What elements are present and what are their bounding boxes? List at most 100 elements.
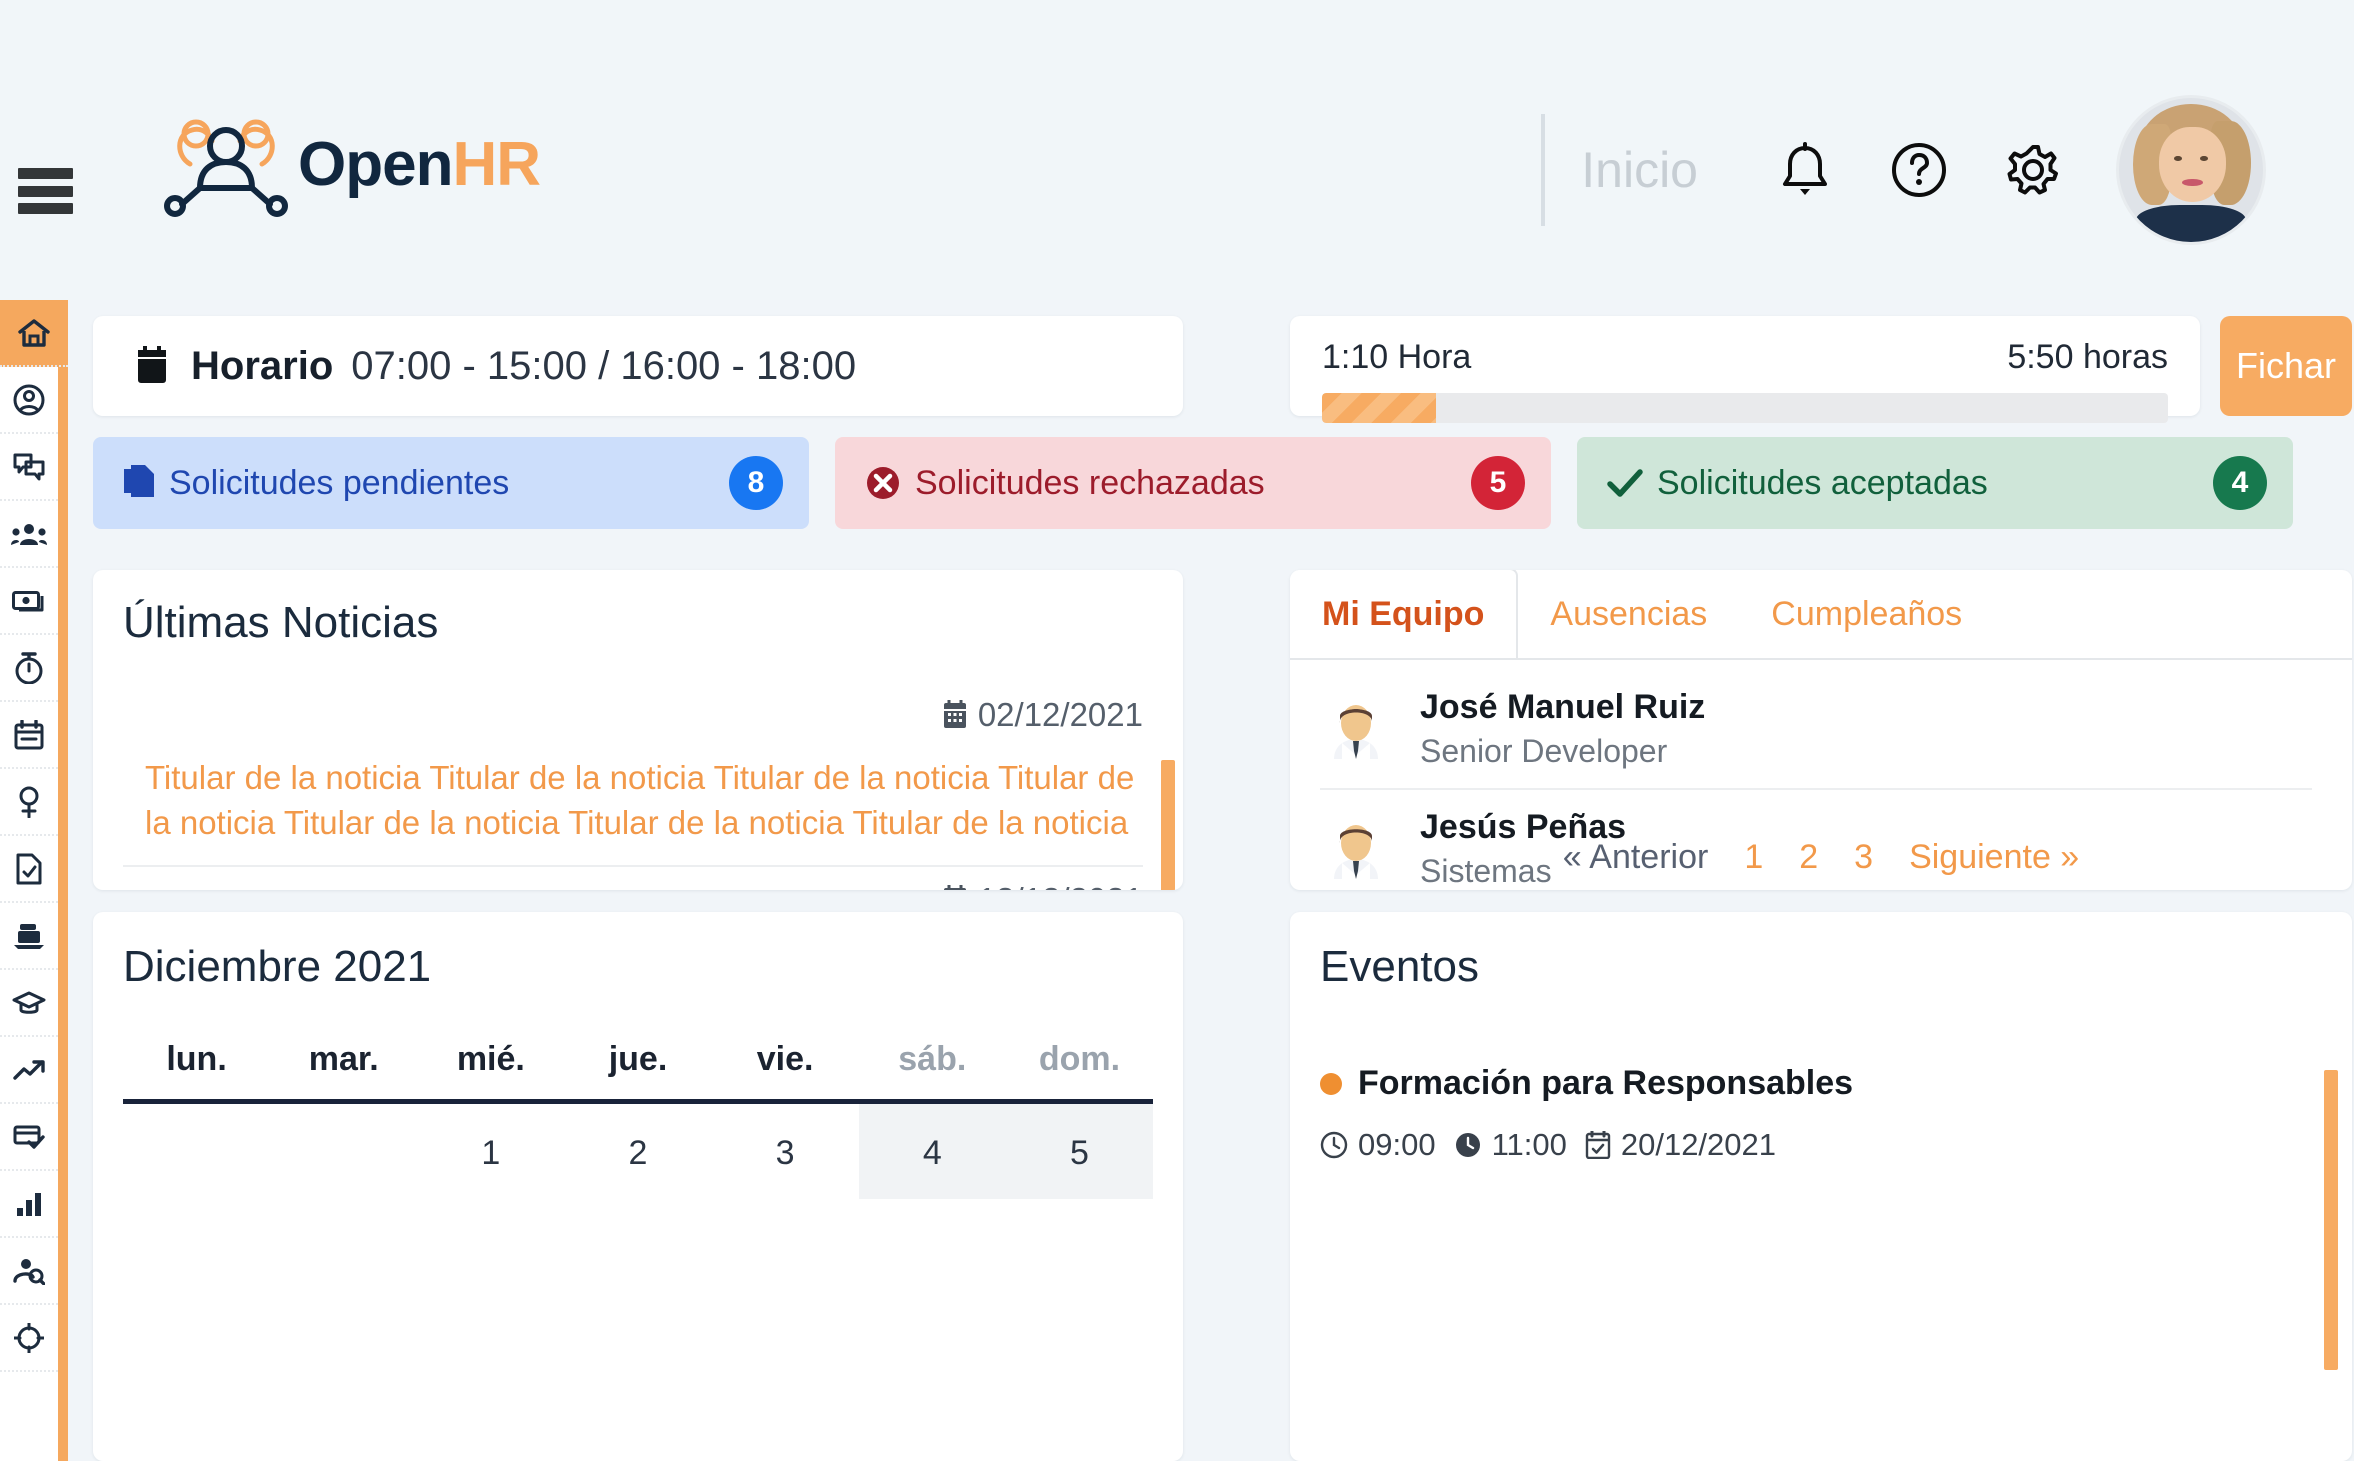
documents-icon — [124, 465, 154, 497]
list-item[interactable]: 18/12/2021 Titular de la noticia — [123, 867, 1143, 890]
event-start-time: 09:00 — [1358, 1127, 1436, 1162]
team-tabs: Mi Equipo Ausencias Cumpleaños — [1290, 570, 2352, 658]
sidebar-item-team[interactable] — [0, 501, 58, 568]
requests-rejected-count: 5 — [1471, 456, 1525, 510]
sidebar-item-home[interactable] — [0, 300, 68, 367]
avatar[interactable] — [2116, 95, 2266, 245]
weekday-tue: mar. — [308, 1040, 379, 1078]
hamburger-icon[interactable] — [18, 168, 73, 214]
calendar-day[interactable] — [270, 1102, 417, 1200]
event-end-time: 11:00 — [1491, 1127, 1567, 1162]
weekday-fri: vie. — [756, 1040, 814, 1078]
x-circle-icon — [867, 467, 899, 499]
logo-hr: HR — [452, 129, 541, 199]
news-list: 02/12/2021 Titular de la noticia Titular… — [93, 682, 1183, 890]
bell-icon[interactable] — [1774, 139, 1836, 201]
requests-pending-label: Solicitudes pendientes — [169, 463, 510, 502]
calendar-day[interactable]: 1 — [417, 1102, 564, 1200]
tab-cumpleanos[interactable]: Cumpleaños — [1739, 570, 1994, 658]
check-icon — [1607, 469, 1643, 497]
clock-end-icon — [1455, 1133, 1480, 1157]
weekday-wed: mié. — [456, 1040, 525, 1078]
sidebar-item-expenses[interactable] — [0, 903, 58, 970]
help-icon[interactable] — [1888, 139, 1950, 201]
schedule-value: 07:00 - 15:00 / 16:00 - 18:00 — [351, 343, 857, 388]
sidebar-item-diversity[interactable] — [0, 769, 58, 836]
team-pagination: « Anterior 1 2 3 Siguiente » — [1290, 838, 2352, 877]
sidebar-item-messages[interactable] — [0, 434, 58, 501]
left-sidebar — [0, 300, 68, 1461]
avatar-lips — [2182, 178, 2203, 186]
requests-rejected-card[interactable]: Solicitudes rechazadas 5 — [835, 437, 1551, 529]
timer-labels: 1:10 Hora 5:50 horas — [1322, 338, 2168, 377]
list-item[interactable]: 02/12/2021 Titular de la noticia Titular… — [123, 682, 1143, 868]
openhr-logo-icon — [164, 119, 288, 217]
news-headline[interactable]: Titular de la noticia Titular de la noti… — [145, 756, 1143, 845]
gender-icon — [19, 786, 39, 818]
calendar-day[interactable] — [123, 1102, 270, 1200]
sidebar-item-approvals[interactable] — [0, 1104, 58, 1171]
graduation-icon — [12, 991, 46, 1014]
events-title: Eventos — [1320, 942, 1479, 991]
stopwatch-icon — [15, 651, 43, 684]
card-check-icon — [13, 1125, 45, 1149]
clock-in-button[interactable]: Fichar — [2220, 316, 2352, 416]
weekday-mon: lun. — [166, 1040, 227, 1078]
weekday-sat: sáb. — [898, 1040, 967, 1078]
news-scrollbar[interactable] — [1161, 760, 1175, 890]
sidebar-item-training[interactable] — [0, 970, 58, 1037]
gear-icon[interactable] — [2002, 139, 2064, 201]
tab-ausencias[interactable]: Ausencias — [1518, 570, 1739, 658]
remaining-time: 5:50 horas — [2007, 338, 2168, 376]
requests-accepted-label: Solicitudes aceptadas — [1657, 463, 1988, 502]
calendar-month-title: Diciembre 2021 — [123, 942, 432, 991]
calendar-day[interactable]: 4 — [858, 1101, 1006, 1199]
sidebar-item-profile[interactable] — [0, 367, 58, 434]
calendar-icon — [138, 346, 166, 383]
member-name: José Manuel Ruiz — [1420, 688, 1706, 726]
avatar-face — [2159, 126, 2226, 202]
requests-accepted-card[interactable]: Solicitudes aceptadas 4 — [1577, 437, 2293, 529]
sidebar-item-documents[interactable] — [0, 836, 58, 903]
weekday-thu: jue. — [608, 1040, 668, 1078]
document-check-icon — [16, 853, 42, 884]
calendar-day[interactable]: 5 — [1005, 1101, 1153, 1199]
pagination-page-1[interactable]: 1 — [1744, 838, 1763, 877]
sidebar-item-reports[interactable] — [0, 1171, 58, 1238]
user-search-icon — [13, 1258, 45, 1285]
sidebar-item-timetracking[interactable] — [0, 635, 58, 702]
sidebar-item-calendar[interactable] — [0, 702, 58, 769]
sidebar-items — [0, 300, 68, 1461]
member-info: José Manuel Ruiz Senior Developer — [1420, 688, 1705, 770]
events-panel: Eventos Formación para Responsables 09:0… — [1290, 912, 2352, 1461]
calendar-day[interactable]: 2 — [564, 1102, 711, 1200]
event-name-row: Formación para Responsables — [1320, 1064, 2352, 1103]
member-role: Senior Developer — [1420, 733, 1668, 769]
news-date-row: 02/12/2021 — [123, 682, 1143, 734]
calendar-day[interactable]: 3 — [712, 1102, 859, 1200]
list-item[interactable]: Formación para Responsables 09:00 11:00 — [1320, 1064, 2352, 1163]
list-item[interactable]: José Manuel Ruiz Senior Developer — [1320, 670, 2312, 790]
progress-track — [1322, 393, 2168, 423]
news-panel: Últimas Noticias 02/12/2021 Titular de l… — [93, 570, 1183, 890]
money-icon — [12, 590, 44, 611]
tabs-underline — [1290, 658, 2352, 660]
sidebar-item-payroll[interactable] — [0, 568, 58, 635]
target-icon — [14, 1322, 44, 1353]
events-scrollbar[interactable] — [2324, 1070, 2338, 1370]
requests-pending-card[interactable]: Solicitudes pendientes 8 — [93, 437, 809, 529]
progress-fill — [1322, 393, 1437, 423]
sidebar-item-recruiting[interactable] — [0, 1238, 58, 1305]
pagination-page-3[interactable]: 3 — [1854, 838, 1873, 877]
app-logo[interactable]: OpenHR — [160, 112, 541, 217]
top-header: OpenHR Inicio — [0, 0, 2354, 300]
header-actions: Inicio — [1541, 95, 2266, 245]
pagination-prev[interactable]: « Anterior — [1563, 838, 1709, 877]
tab-mi-equipo[interactable]: Mi Equipo — [1290, 570, 1519, 658]
pagination-page-2[interactable]: 2 — [1799, 838, 1818, 877]
pagination-next[interactable]: Siguiente » — [1909, 838, 2079, 877]
table-row: 1 2 3 4 5 — [123, 1101, 1153, 1200]
sidebar-item-objectives[interactable] — [0, 1305, 58, 1372]
sidebar-item-performance[interactable] — [0, 1037, 58, 1104]
calendar-check-icon — [1585, 1131, 1611, 1159]
